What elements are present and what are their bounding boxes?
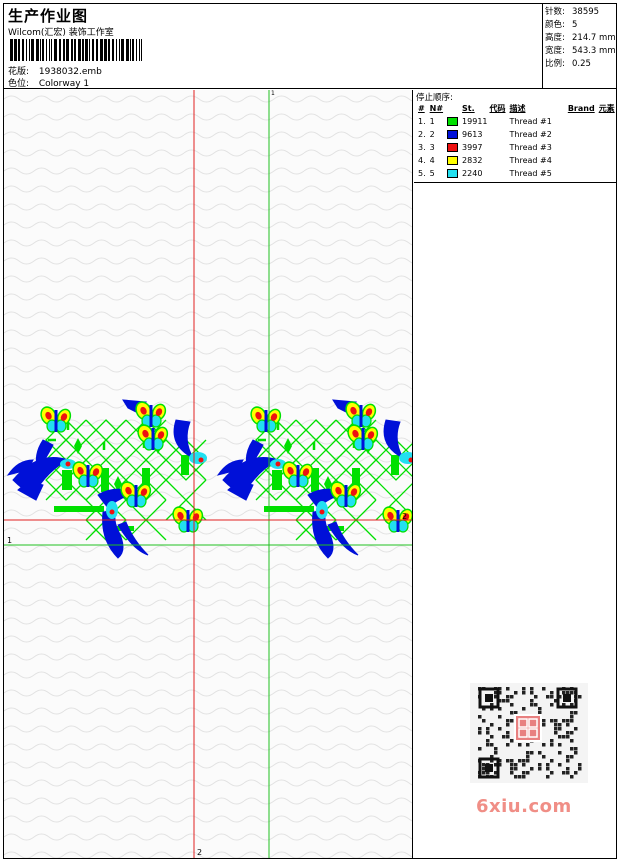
stat-label: 颜色:	[545, 20, 565, 30]
col-stitches: St.	[462, 104, 475, 113]
row-brand	[554, 128, 597, 141]
row-stitches: 2832	[462, 156, 483, 165]
col-brand: Brand	[567, 104, 595, 113]
stat-width: 宽度: 543.3 mm	[545, 45, 616, 58]
row-number: 4	[429, 156, 435, 165]
row-element	[597, 128, 617, 141]
row-brand	[554, 141, 597, 154]
row-code	[490, 154, 508, 167]
row-number: 1	[429, 117, 435, 126]
row-index: 5.	[418, 169, 426, 178]
row-code	[490, 167, 508, 180]
thread-row: 3. 3 3997 Thread #3	[416, 141, 617, 154]
color-swatch	[447, 130, 459, 139]
row-code	[490, 115, 508, 128]
colorway-value: Colorway 1	[38, 79, 90, 89]
stat-colors: 颜色: 5	[545, 19, 616, 32]
thread-table-header: # N# St. 代码 描述 Brand 元素	[416, 102, 617, 115]
stat-label: 比例:	[545, 59, 565, 69]
row-code	[490, 128, 508, 141]
col-description: 描述	[509, 104, 526, 113]
row-stitches: 2240	[462, 169, 483, 178]
top-axis-marker: 1	[271, 90, 275, 97]
stat-height: 高度: 214.7 mm	[545, 32, 616, 45]
thread-row: 2. 2 9613 Thread #2	[416, 128, 617, 141]
row-description: Thread #1	[509, 117, 552, 126]
design-canvas	[4, 90, 412, 858]
thread-row: 5. 5 2240 Thread #5	[416, 167, 617, 180]
vertical-axis-label: 2	[197, 848, 203, 857]
stop-sequence-section: 停止顺序: # N# St. 代码 描述 Brand 元素 1. 1 19911…	[414, 90, 616, 183]
horizontal-axis-label-left: 1	[7, 536, 13, 545]
col-index: #	[418, 104, 425, 113]
row-element	[597, 141, 617, 154]
thread-row: 4. 4 2832 Thread #4	[416, 154, 617, 167]
thread-table: # N# St. 代码 描述 Brand 元素 1. 1 19911 Thread #…	[416, 102, 617, 180]
color-swatch	[447, 143, 459, 152]
row-description: Thread #2	[509, 130, 552, 139]
stat-value: 5	[572, 20, 578, 30]
stat-label: 高度:	[545, 33, 565, 43]
worksheet-title: 生产作业图	[8, 7, 89, 25]
row-stitches: 19911	[462, 117, 488, 126]
design-stats: 针数: 38595 颜色: 5 高度: 214.7 mm 宽度: 543.3 mm 比例…	[542, 4, 616, 89]
color-swatch	[447, 156, 459, 165]
row-index: 4.	[418, 156, 426, 165]
row-index: 1.	[418, 117, 426, 126]
horizontal-axis-label-right: 2	[402, 512, 408, 521]
row-brand	[554, 115, 597, 128]
row-number: 3	[429, 143, 435, 152]
colorway-label: 色位:	[8, 79, 30, 89]
stat-value: 38595	[572, 7, 600, 17]
row-element	[597, 115, 617, 128]
stat-value: 0.25	[572, 59, 591, 69]
stat-scale: 比例: 0.25	[545, 58, 616, 71]
col-color	[445, 102, 460, 115]
stat-label: 针数:	[545, 7, 565, 17]
row-stitches: 9613	[462, 130, 483, 139]
row-number: 5	[429, 169, 435, 178]
row-swatch	[445, 128, 460, 141]
row-brand	[554, 167, 597, 180]
production-worksheet: 生产作业图 Wilcom(汇宏) 装饰工作室 花版: 1938032.emb 色…	[3, 3, 617, 859]
row-swatch	[445, 167, 460, 180]
row-swatch	[445, 141, 460, 154]
row-stitches: 3997	[462, 143, 483, 152]
stat-value: 543.3 mm	[572, 46, 616, 56]
row-number: 2	[429, 130, 435, 139]
row-element	[597, 167, 617, 180]
stat-stitches: 针数: 38595	[545, 6, 616, 19]
color-swatch	[447, 169, 459, 178]
qr-code-icon	[470, 683, 588, 783]
col-code: 代码	[489, 104, 506, 113]
thread-panel: 停止顺序: # N# St. 代码 描述 Brand 元素 1. 1 19911…	[414, 90, 616, 858]
worksheet-body: 2 1 2 1 停止顺序: # N# St. 代码 描述 Brand 元素 1.…	[4, 90, 616, 858]
row-code	[490, 141, 508, 154]
design-preview: 2 1 2 1	[4, 90, 413, 858]
row-element	[597, 154, 617, 167]
row-description: Thread #3	[509, 143, 552, 152]
col-element: 元素	[598, 104, 615, 113]
row-brand	[554, 154, 597, 167]
col-number: N#	[429, 104, 444, 113]
stat-value: 214.7 mm	[572, 33, 616, 43]
row-index: 2.	[418, 130, 426, 139]
thread-row: 1. 1 19911 Thread #1	[416, 115, 617, 128]
row-swatch	[445, 154, 460, 167]
row-index: 3.	[418, 143, 426, 152]
color-swatch	[447, 117, 459, 126]
row-swatch	[445, 115, 460, 128]
barcode-icon	[10, 39, 142, 61]
company-name: Wilcom(汇宏) 装饰工作室	[8, 28, 114, 38]
row-description: Thread #5	[509, 169, 552, 178]
row-description: Thread #4	[509, 156, 552, 165]
watermark-text: 6xiu.com	[476, 796, 572, 817]
stat-label: 宽度:	[545, 46, 565, 56]
colorway-line: 色位: Colorway 1	[8, 76, 89, 89]
worksheet-header: 生产作业图 Wilcom(汇宏) 装饰工作室 花版: 1938032.emb 色…	[4, 4, 616, 89]
